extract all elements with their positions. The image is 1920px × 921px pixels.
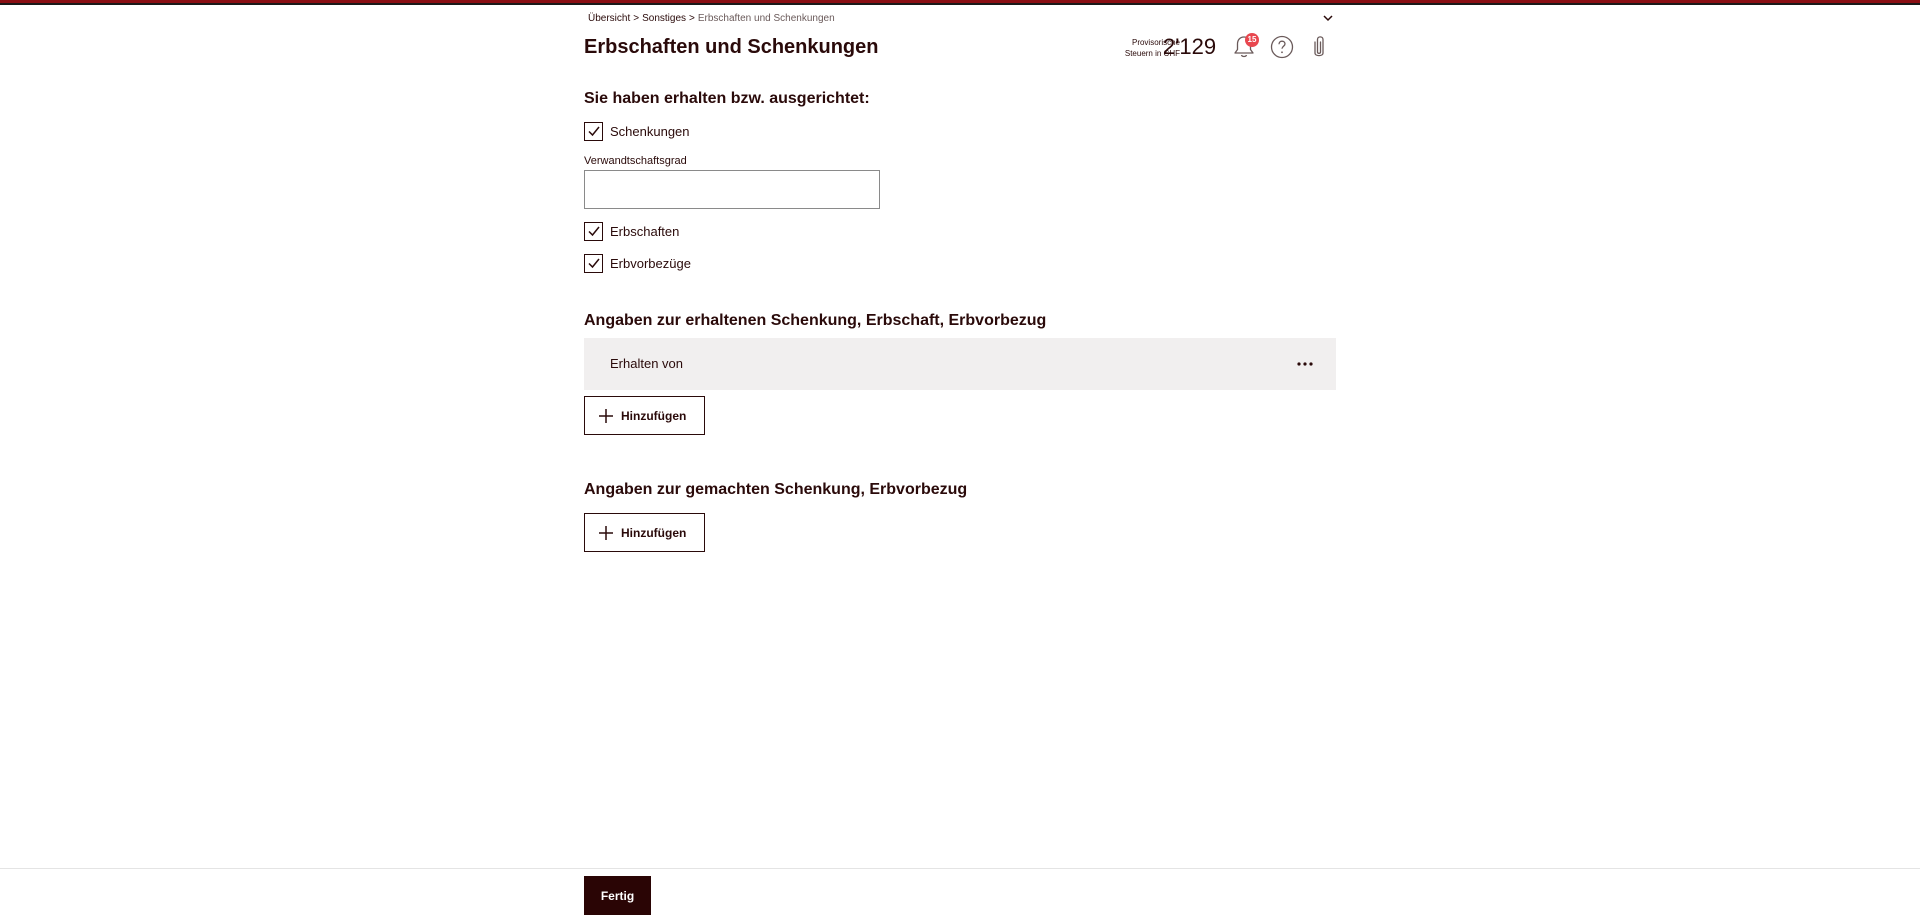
breadcrumb-separator: > bbox=[689, 13, 695, 24]
checkmark-icon bbox=[587, 258, 600, 269]
main-content: Übersicht > Sonstiges > Erbschaften und Sche… bbox=[584, 0, 1336, 860]
relationship-field-label: Verwandtschaftsgrad bbox=[584, 155, 687, 167]
plus-icon bbox=[599, 525, 613, 540]
add-received-button-label: Hinzufügen bbox=[621, 408, 687, 423]
list-item-label: Erhalten von bbox=[610, 356, 683, 371]
received-details-heading: Angaben zur erhaltenen Schenkung, Erbsch… bbox=[584, 312, 1047, 329]
breadcrumb-item-overview[interactable]: Übersicht bbox=[588, 13, 630, 24]
breadcrumb-separator: > bbox=[633, 13, 640, 24]
chevron-down-icon[interactable] bbox=[1322, 12, 1334, 24]
checkbox-box[interactable] bbox=[584, 221, 603, 241]
more-options-button[interactable] bbox=[1290, 352, 1320, 376]
checkbox-box[interactable] bbox=[584, 253, 603, 273]
checkbox-label-advance-inheritances: Erbvorbezüge bbox=[610, 255, 691, 271]
checkmark-icon bbox=[587, 226, 600, 237]
add-made-button[interactable]: Hinzufügen bbox=[584, 513, 705, 552]
notification-count-badge: 15 bbox=[1245, 33, 1259, 47]
checkbox-label-inheritances: Erbschaften bbox=[610, 223, 680, 239]
checkbox-box[interactable] bbox=[584, 121, 603, 141]
breadcrumb: Übersicht > Sonstiges > Erbschaften und Sche… bbox=[588, 13, 835, 24]
done-button[interactable]: Fertig bbox=[584, 876, 651, 915]
add-made-button-label: Hinzufügen bbox=[621, 525, 687, 540]
paperclip-icon[interactable] bbox=[1309, 33, 1329, 61]
checkbox-gifts[interactable]: Schenkungen bbox=[584, 121, 690, 141]
checkbox-inheritances[interactable]: Erbschaften bbox=[584, 221, 679, 241]
footer-divider bbox=[0, 868, 1920, 869]
breadcrumb-item-current: Erbschaften und Schenkungen bbox=[697, 13, 835, 24]
list-item[interactable]: Erhalten von bbox=[584, 338, 1336, 390]
relationship-input[interactable] bbox=[584, 170, 880, 209]
checkbox-advance-inheritances[interactable]: Erbvorbezüge bbox=[584, 253, 691, 273]
breadcrumb-item-misc[interactable]: Sonstiges bbox=[642, 13, 686, 24]
received-section-heading: Sie haben erhalten bzw. ausgerichtet: bbox=[584, 90, 870, 107]
provisional-tax-value: 2'129 bbox=[1163, 34, 1217, 59]
made-details-heading: Angaben zur gemachten Schenkung, Erbvorb… bbox=[584, 481, 968, 498]
checkmark-icon bbox=[587, 126, 600, 137]
more-icon bbox=[1297, 362, 1313, 366]
plus-icon bbox=[599, 408, 613, 423]
page-title: Erbschaften und Schenkungen bbox=[584, 36, 879, 58]
add-received-button[interactable]: Hinzufügen bbox=[584, 396, 705, 435]
help-icon[interactable] bbox=[1270, 35, 1294, 59]
checkbox-label-gifts: Schenkungen bbox=[610, 123, 690, 139]
